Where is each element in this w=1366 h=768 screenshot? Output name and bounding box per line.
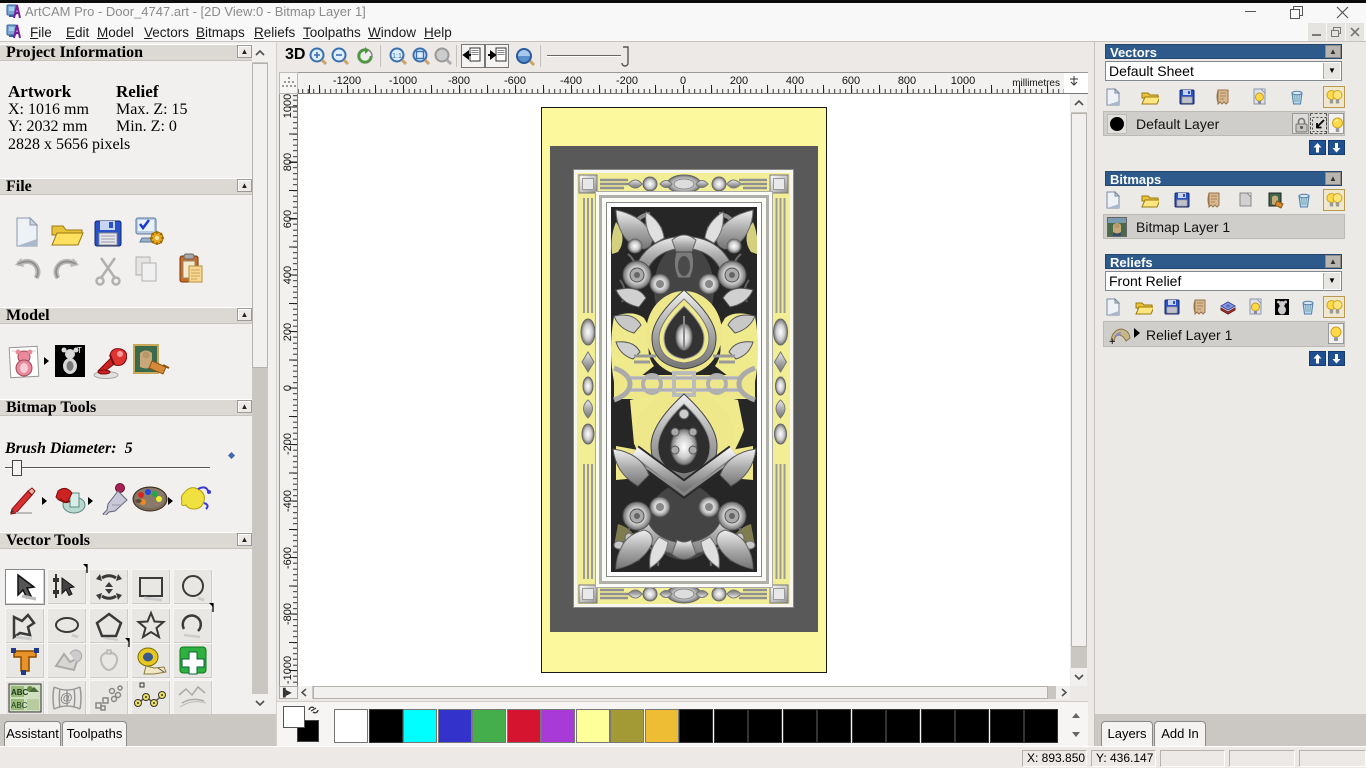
- svg-text:+: +: [1109, 336, 1115, 346]
- svg-text:ABC: ABC: [11, 701, 28, 710]
- svg-text:T: T: [77, 346, 82, 355]
- svg-text:ABC: ABC: [11, 688, 29, 697]
- svg-text:1:1: 1:1: [392, 53, 402, 60]
- svg-text:@: @: [60, 690, 73, 705]
